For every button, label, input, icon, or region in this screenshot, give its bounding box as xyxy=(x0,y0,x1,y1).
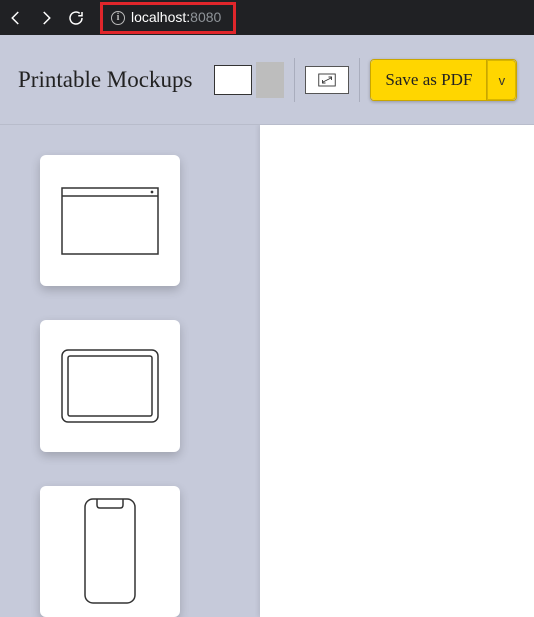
divider xyxy=(359,58,360,102)
back-button[interactable] xyxy=(6,8,26,28)
reload-button[interactable] xyxy=(66,8,86,28)
color-swatch-grey[interactable] xyxy=(256,62,284,98)
fullscreen-icon xyxy=(318,73,336,87)
chevron-down-icon: v xyxy=(499,73,506,88)
browser-address-bar: i localhost:8080 xyxy=(0,0,534,35)
app-title: Printable Mockups xyxy=(18,67,192,93)
tablet-icon xyxy=(60,348,160,424)
url-highlight-box: i localhost:8080 xyxy=(100,2,236,34)
mockup-card-phone[interactable] xyxy=(40,486,180,617)
site-info-icon[interactable]: i xyxy=(111,11,125,25)
url-text[interactable]: localhost:8080 xyxy=(131,9,221,27)
mockup-card-tablet[interactable] xyxy=(40,320,180,451)
save-dropdown-button[interactable]: v xyxy=(486,60,516,100)
color-swatches xyxy=(214,60,284,100)
divider xyxy=(294,58,295,102)
save-as-pdf-button[interactable]: Save as PDF xyxy=(371,60,486,100)
phone-icon xyxy=(83,497,137,605)
mockup-card-browser[interactable] xyxy=(40,155,180,286)
toolbar: Printable Mockups Save as PDF v xyxy=(0,35,534,125)
preview-canvas[interactable] xyxy=(260,125,534,617)
mockup-sidebar xyxy=(0,125,260,617)
forward-button[interactable] xyxy=(36,8,56,28)
color-swatch-white[interactable] xyxy=(214,65,252,95)
browser-window-icon xyxy=(60,186,160,256)
app-root: Printable Mockups Save as PDF v xyxy=(0,35,534,617)
save-button-group: Save as PDF v xyxy=(370,59,517,101)
workspace xyxy=(0,125,534,617)
fullscreen-button[interactable] xyxy=(305,66,349,94)
